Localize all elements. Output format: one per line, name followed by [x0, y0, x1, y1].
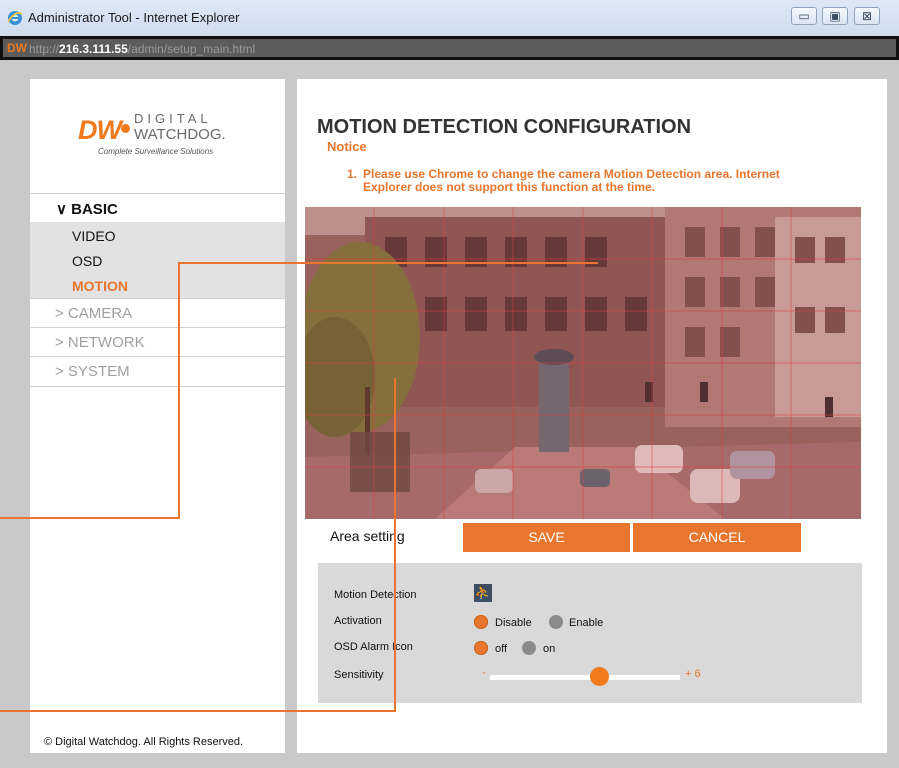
site-favicon-icon: DW: [7, 41, 27, 55]
activation-disable-label: Disable: [495, 617, 532, 629]
main-content: MOTION DETECTION CONFIGURATION Notice 1.…: [297, 79, 887, 753]
address-field[interactable]: DW http://216.3.111.55/admin/setup_main.…: [3, 39, 896, 57]
notice-text: Please use Chrome to change the camera M…: [363, 167, 780, 194]
notice-message: 1. Please use Chrome to change the camer…: [347, 168, 827, 194]
close-icon: ⊠: [861, 9, 873, 23]
sensitivity-min-symbol: -: [482, 667, 486, 679]
digital-watchdog-logo: DW DIGITAL WATCHDOG. Complete Surveillan…: [78, 109, 248, 156]
sensitivity-slider-track[interactable]: [490, 675, 680, 680]
sidebar-item-label: ∨ BASIC: [56, 201, 118, 218]
osd-alarm-on-radio[interactable]: [522, 641, 536, 655]
notice-heading: Notice: [327, 139, 367, 154]
save-button[interactable]: SAVE: [463, 523, 630, 552]
sensitivity-value-number: 6: [694, 668, 701, 680]
sidebar: DW DIGITAL WATCHDOG. Complete Surveillan…: [30, 79, 285, 753]
sidebar-item-basic[interactable]: ∨ BASIC: [30, 195, 285, 221]
osd-alarm-on-label: on: [543, 643, 556, 655]
divider: [30, 193, 285, 194]
url-prefix: http://: [29, 42, 60, 56]
sensitivity-max-symbol: +: [685, 668, 692, 680]
url-host: 216.3.111.55: [59, 42, 128, 56]
running-person-icon[interactable]: ⛹: [474, 584, 492, 602]
address-url[interactable]: http://216.3.111.55/admin/setup_main.htm…: [29, 42, 255, 56]
camera-preview[interactable]: [305, 207, 861, 519]
motion-settings-panel: Motion Detection ⛹ Activation Disable En…: [318, 563, 862, 703]
callout-line-2: [0, 710, 396, 712]
window-title: Administrator Tool - Internet Explorer: [28, 10, 240, 25]
basic-submenu: VIDEO OSD MOTION: [30, 222, 285, 298]
address-bar: DW http://216.3.111.55/admin/setup_main.…: [0, 36, 899, 60]
minimize-icon: ▭: [798, 9, 810, 23]
maximize-icon: ▣: [829, 9, 841, 23]
sensitivity-value: + 6: [685, 668, 701, 680]
osd-alarm-icon-label: OSD Alarm Icon: [334, 641, 413, 653]
sidebar-subitem-motion[interactable]: MOTION: [72, 278, 128, 294]
close-button[interactable]: ⊠: [854, 7, 880, 25]
activation-enable-label: Enable: [569, 617, 604, 629]
logo-line2: WATCHDOG.: [134, 126, 226, 143]
callout-line-1: [0, 517, 180, 519]
callout-line-1-vertical: [178, 262, 180, 519]
sensitivity-label: Sensitivity: [334, 669, 384, 681]
sidebar-item-label: > SYSTEM: [55, 363, 130, 380]
logo-mark: DW: [78, 115, 122, 145]
logo-dot-icon: [121, 124, 130, 133]
sidebar-item-system[interactable]: > SYSTEM: [30, 357, 285, 385]
window-titlebar: Administrator Tool - Internet Explorer ▭…: [0, 0, 899, 37]
notice-number: 1.: [347, 167, 358, 181]
osd-alarm-off-label: off: [495, 643, 508, 655]
internet-explorer-icon: [7, 11, 23, 25]
maximize-button[interactable]: ▣: [822, 7, 848, 25]
sidebar-item-label: > CAMERA: [55, 305, 133, 322]
motion-detection-label: Motion Detection: [334, 589, 417, 601]
minimize-button[interactable]: ▭: [791, 7, 817, 25]
callout-line-1-top: [178, 262, 598, 264]
sidebar-subitem-video[interactable]: VIDEO: [72, 228, 116, 244]
divider: [30, 386, 285, 387]
sidebar-item-camera[interactable]: > CAMERA: [30, 299, 285, 327]
url-path: /admin/setup_main.html: [127, 42, 256, 56]
activation-enable-radio[interactable]: [549, 615, 563, 629]
sidebar-subitem-osd[interactable]: OSD: [72, 253, 102, 269]
logo-line1: DIGITAL: [134, 111, 212, 126]
activation-label: Activation: [334, 615, 382, 627]
activation-disable-radio[interactable]: [474, 615, 488, 629]
osd-alarm-off-radio[interactable]: [474, 641, 488, 655]
cancel-button[interactable]: CANCEL: [633, 523, 801, 552]
callout-line-2-vertical: [394, 378, 396, 712]
logo-tagline: Complete Surveillance Solutions: [98, 147, 214, 156]
sidebar-item-label: > NETWORK: [55, 334, 145, 351]
sidebar-item-network[interactable]: > NETWORK: [30, 328, 285, 356]
page-title: MOTION DETECTION CONFIGURATION: [317, 116, 692, 138]
sensitivity-slider-handle[interactable]: [590, 667, 609, 686]
copyright-text: © Digital Watchdog. All Rights Reserved.: [44, 736, 244, 748]
